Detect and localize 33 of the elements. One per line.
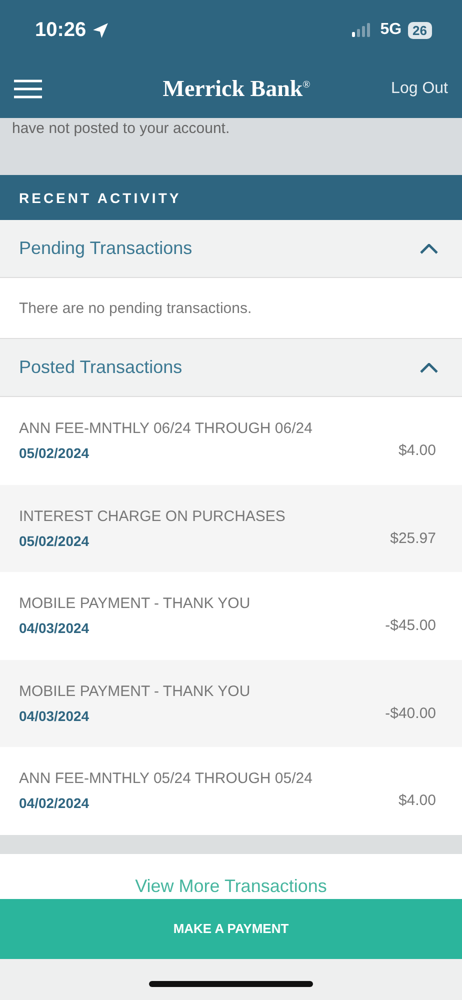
transaction-description: MOBILE PAYMENT - THANK YOU — [19, 595, 250, 612]
transaction-amount: $25.97 — [390, 530, 436, 547]
transaction-description: ANN FEE-MNTHLY 05/24 THROUGH 05/24 — [19, 770, 312, 788]
menu-icon — [14, 79, 42, 99]
transaction-date: 05/02/2024 — [19, 445, 90, 462]
accordion-header[interactable]: Pending Transactions — [0, 220, 462, 278]
section-header: RECENT ACTIVITY — [0, 175, 462, 220]
accordion-header[interactable]: Posted Transactions — [0, 339, 462, 397]
bank-logo: Merrick Bank$^{®}$ — [162, 76, 310, 102]
transaction-amount: $4.00 — [398, 792, 436, 810]
transaction-row[interactable]: MOBILE PAYMENT - THANK YOU 04/03/2024 -$40.00 — [0, 660, 462, 747]
signal-icon — [352, 23, 372, 37]
transaction-description: INTEREST CHARGE ON PURCHASES — [19, 508, 286, 525]
transaction-description: ANN FEE-MNTHLY 06/24 THROUGH 06/24 — [19, 420, 312, 438]
battery-level: 26 — [408, 22, 432, 38]
menu-button[interactable] — [14, 79, 42, 99]
network-label: 5G — [380, 21, 402, 39]
transaction-date: 04/03/2024 — [19, 620, 90, 636]
empty-message: There are no pending transactions. — [19, 300, 252, 316]
transaction-date: 05/02/2024 — [19, 532, 90, 549]
transaction-date: 04/03/2024 — [19, 708, 90, 724]
transaction-amount: -$45.00 — [385, 617, 436, 634]
notice-text: have not posted to your account. — [12, 120, 230, 137]
log-out-button[interactable]: Log Out — [391, 80, 448, 98]
location-arrow-icon — [92, 22, 110, 38]
transaction-description: MOBILE PAYMENT - THANK YOU — [19, 682, 250, 700]
transaction-date: 04/02/2024 — [19, 795, 90, 812]
chevron-up-icon — [420, 244, 438, 254]
transaction-amount: -$40.00 — [385, 704, 436, 722]
chevron-up-icon — [420, 362, 438, 372]
transaction-row[interactable]: INTEREST CHARGE ON PURCHASES 05/02/2024 $25.97 — [0, 484, 462, 572]
status-time: 10:26 — [35, 18, 86, 42]
transaction-amount: $4.00 — [398, 442, 436, 460]
